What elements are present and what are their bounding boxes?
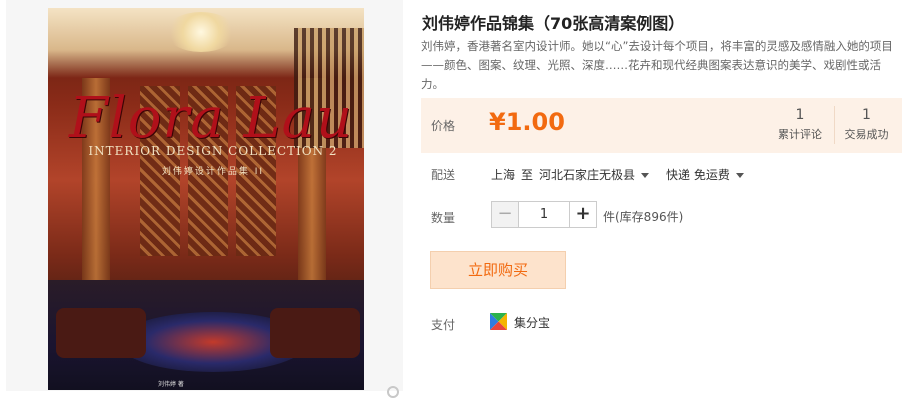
buy-now-button[interactable]: 立即购买 (430, 251, 566, 289)
chevron-down-icon (735, 173, 744, 178)
cover-sofa (56, 308, 146, 358)
quantity-input[interactable]: 1 (519, 202, 569, 227)
review-count: 1 (795, 107, 805, 123)
cover-title-cn: 刘伟婷设计作品集 II (161, 167, 265, 177)
price-panel: 价格 ¥1.00 1 累计评论 1 交易成功 (421, 98, 902, 153)
success-stat[interactable]: 1 交易成功 (834, 106, 898, 144)
product-info: 刘伟婷作品锦集（70张高清案例图） 刘伟婷，香港著名室内设计师。她以“心”去设计… (420, 0, 904, 413)
price-value: ¥1.00 (489, 108, 565, 136)
payment-label: 支付 (431, 318, 456, 332)
review-label: 累计评论 (778, 128, 822, 141)
review-stat[interactable]: 1 累计评论 (768, 106, 832, 144)
jifenbao-logo-icon (490, 313, 507, 330)
cover-sofa (270, 308, 360, 358)
shipping-destination: 河北石家庄无极县 (539, 168, 636, 182)
price-label: 价格 (431, 119, 456, 133)
quantity-stepper: − 1 + (491, 201, 597, 228)
shipping-label: 配送 (431, 168, 456, 182)
cover-title-subtitle: INTERIOR DESIGN COLLECTION 2 (88, 144, 338, 158)
stock-text: 件(库存896件) (603, 210, 684, 224)
zoom-icon[interactable] (387, 386, 399, 398)
product-title: 刘伟婷作品锦集（70张高清案例图） (422, 14, 685, 33)
shipping-destination-select[interactable]: 河北石家庄无极县 (539, 166, 650, 183)
shipping-method: 快递 免运费 (666, 168, 730, 182)
increase-button[interactable]: + (569, 202, 596, 227)
success-count: 1 (862, 107, 871, 123)
payment-method[interactable]: 集分宝 (514, 314, 550, 331)
product-cover-image[interactable]: Flora Lau INTERIOR DESIGN COLLECTION 2 刘… (48, 8, 364, 390)
quantity-label: 数量 (431, 211, 456, 225)
chevron-down-icon (641, 173, 650, 178)
shipping-to-word: 至 (521, 168, 534, 182)
shipping-from: 上海 (491, 168, 516, 182)
product-description: 刘伟婷，香港著名室内设计师。她以“心”去设计每个项目，将丰富的灵感及感情融入她的… (421, 39, 893, 91)
cover-title-script: Flora Lau (68, 86, 354, 151)
cover-author-text: 刘伟婷 著 (158, 381, 184, 388)
success-label: 交易成功 (844, 128, 889, 141)
cover-chandelier (166, 12, 236, 52)
decrease-button[interactable]: − (492, 202, 519, 227)
shipping-method-select[interactable]: 快递 免运费 (666, 166, 744, 183)
product-gallery: Flora Lau INTERIOR DESIGN COLLECTION 2 刘… (6, 0, 403, 398)
